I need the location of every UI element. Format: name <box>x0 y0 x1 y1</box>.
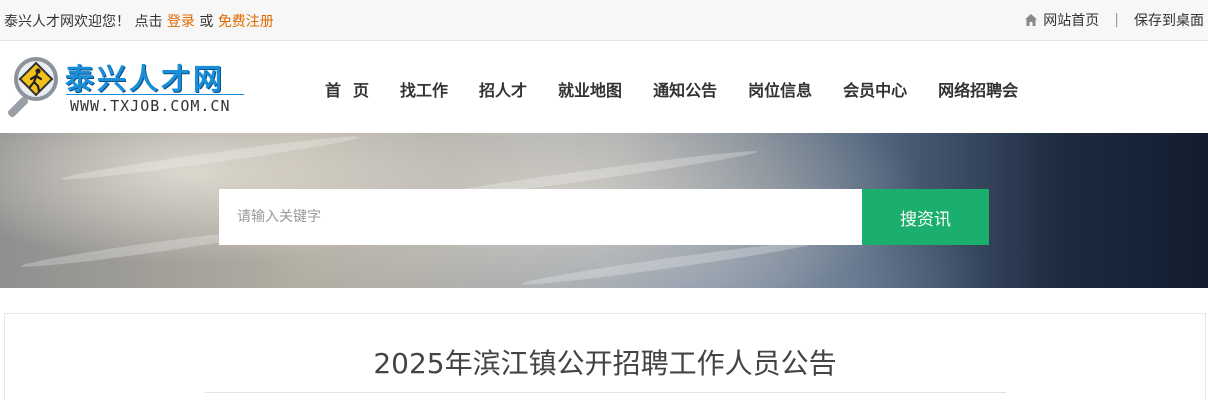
home-link-label: 网站首页 <box>1043 13 1100 29</box>
save-desktop-link[interactable]: 保存到桌面 <box>1134 10 1204 30</box>
title-divider <box>205 392 1006 393</box>
nav-positions[interactable]: 岗位信息 <box>748 77 812 101</box>
nav-notices[interactable]: 通知公告 <box>653 77 717 101</box>
nav-recruit[interactable]: 招人才 <box>479 77 527 101</box>
welcome-bar: 泰兴人才网欢迎您！ 点击 登录 或 免费注册 <box>4 11 274 31</box>
register-link[interactable]: 免费注册 <box>218 14 274 30</box>
article-title: 2025年滨江镇公开招聘工作人员公告 <box>373 347 837 380</box>
banner-cloud <box>60 133 360 184</box>
nav-member-center[interactable]: 会员中心 <box>843 77 907 101</box>
header: 泰兴人才网 WWW.TXJOB.COM.CN 首页 找工作 招人才 就业地图 通… <box>0 41 1208 133</box>
top-links: 网站首页 | 保存到桌面 <box>1024 10 1204 30</box>
top-bar: 泰兴人才网欢迎您！ 点击 登录 或 免费注册 网站首页 | 保存到桌面 <box>0 0 1208 41</box>
search-input[interactable] <box>219 189 862 245</box>
or-text: 或 <box>194 14 218 30</box>
logo-divider <box>66 94 244 95</box>
home-icon <box>1025 14 1038 26</box>
nav-online-fair[interactable]: 网络招聘会 <box>938 77 1018 101</box>
main-nav: 首页 找工作 招人才 就业地图 通知公告 岗位信息 会员中心 网络招聘会 <box>325 77 1049 101</box>
divider: | <box>1114 12 1119 28</box>
article-panel: 2025年滨江镇公开招聘工作人员公告 <box>4 313 1206 400</box>
logo-mascot-icon <box>8 57 58 117</box>
home-link[interactable]: 网站首页 <box>1024 10 1099 30</box>
site-logo[interactable]: 泰兴人才网 WWW.TXJOB.COM.CN <box>8 55 248 121</box>
logo-url: WWW.TXJOB.COM.CN <box>70 97 231 115</box>
nav-find-job[interactable]: 找工作 <box>400 77 448 101</box>
login-link[interactable]: 登录 <box>167 14 195 30</box>
welcome-text: 泰兴人才网欢迎您！ 点击 <box>4 14 167 30</box>
logo-title: 泰兴人才网 <box>65 62 226 96</box>
search-banner: 搜资讯 <box>0 133 1208 288</box>
nav-job-map[interactable]: 就业地图 <box>558 77 622 101</box>
nav-home[interactable]: 首页 <box>325 77 381 101</box>
search-button[interactable]: 搜资讯 <box>862 189 989 245</box>
